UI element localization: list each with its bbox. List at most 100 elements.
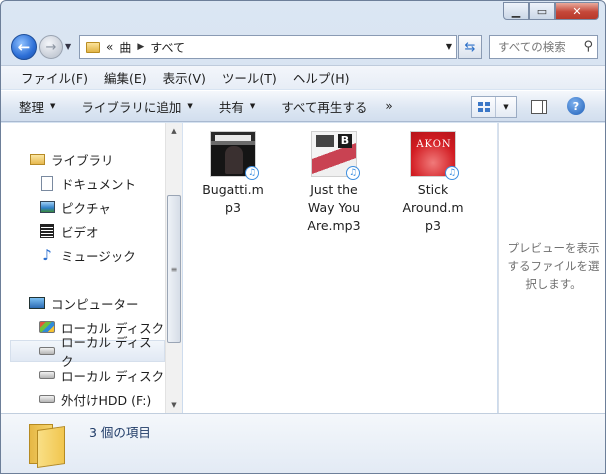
nav-item-music[interactable]: ♪ ミュージック xyxy=(1,244,165,266)
search-input[interactable] xyxy=(498,40,576,54)
maximize-icon: ▭ xyxy=(536,4,548,18)
share-label: 共有 xyxy=(218,99,244,115)
nav-item-pictures[interactable]: ピクチャ xyxy=(1,196,165,218)
preview-pane: プレビューを表示 するファイルを選 択します。 xyxy=(498,123,605,413)
help-icon: ? xyxy=(572,99,580,113)
chevron-down-icon: ▼ xyxy=(187,102,193,110)
menu-edit[interactable]: 編集(E) xyxy=(96,68,155,87)
address-bar[interactable]: « 曲 ▶ すべて ▼ xyxy=(79,35,457,59)
breadcrumb-separator-icon[interactable]: ▶ xyxy=(137,42,144,52)
file-name-line: Just the xyxy=(310,182,358,197)
close-icon: ✕ xyxy=(572,4,582,18)
play-all-button[interactable]: すべて再生する xyxy=(281,97,367,116)
close-button[interactable]: ✕ xyxy=(555,2,599,20)
refresh-icon: ⇆ xyxy=(464,39,476,55)
address-dropdown-icon[interactable]: ▼ xyxy=(446,42,452,51)
album-art-thumbnail: B ♫ xyxy=(311,131,360,180)
details-pane: 3 個の項目 xyxy=(1,413,605,473)
share-button[interactable]: 共有 ▼ xyxy=(219,97,255,116)
back-arrow-icon: ← xyxy=(17,38,31,56)
album-art-thumbnail: AKON ♫ xyxy=(410,131,459,180)
file-name-line: Bugatti.m xyxy=(202,182,264,197)
menu-tools[interactable]: ツール(T) xyxy=(214,68,285,87)
forward-button[interactable]: → xyxy=(39,35,63,59)
explorer-window: ▁ ▭ ✕ ← → ▼ « 曲 ▶ すべて ▼ ⇆ ⚲ ファイル(F) 編集(E… xyxy=(0,0,606,474)
itunes-icon: ♫ xyxy=(346,166,360,180)
nav-item-documents[interactable]: ドキュメント xyxy=(1,172,165,194)
nav-item-local-disk-3[interactable]: ローカル ディスク xyxy=(1,364,165,386)
scroll-up-icon[interactable]: ▲ xyxy=(166,123,182,139)
file-item[interactable]: AKON ♫ Stick Around.m p3 xyxy=(393,125,473,235)
more-commands-button[interactable]: » xyxy=(385,99,392,113)
nav-item-local-disk-2[interactable]: ローカル ディスク xyxy=(10,335,165,369)
change-view-button[interactable]: ▼ xyxy=(471,96,517,118)
forward-arrow-icon: → xyxy=(45,39,57,55)
music-icon: ♪ xyxy=(42,246,52,264)
file-name-line: p3 xyxy=(425,218,441,233)
play-all-label: すべて再生する xyxy=(281,99,368,115)
preview-pane-button[interactable] xyxy=(531,100,547,114)
chevron-down-icon: ▼ xyxy=(249,102,256,110)
add-to-library-label: ライブラリに追加 xyxy=(81,99,182,115)
minimize-button[interactable]: ▁ xyxy=(503,2,529,20)
nav-item-external-hdd[interactable]: 外付けHDD (F:) xyxy=(1,388,165,410)
document-icon xyxy=(39,175,55,191)
chevron-down-icon[interactable]: ▼ xyxy=(496,103,516,111)
drive-icon xyxy=(39,367,55,383)
nav-item-computer[interactable]: コンピューター xyxy=(1,292,165,314)
command-bar: 整理 ▼ ライブラリに追加 ▼ 共有 ▼ すべて再生する » ▼ ? xyxy=(1,90,605,122)
help-button[interactable]: ? xyxy=(567,97,585,115)
album-art-title: AKON xyxy=(416,139,452,150)
maximize-button[interactable]: ▭ xyxy=(529,2,555,20)
refresh-button[interactable]: ⇆ xyxy=(458,35,482,59)
preview-message: プレビューを表示 するファイルを選 択します。 xyxy=(507,241,600,291)
search-box[interactable]: ⚲ xyxy=(489,35,598,59)
scroll-down-icon[interactable]: ▼ xyxy=(166,397,182,413)
video-icon xyxy=(39,223,55,239)
search-icon[interactable]: ⚲ xyxy=(583,39,593,54)
organize-label: 整理 xyxy=(19,99,45,115)
add-to-library-button[interactable]: ライブラリに追加 ▼ xyxy=(81,97,192,116)
nav-item-videos[interactable]: ビデオ xyxy=(1,220,165,242)
breadcrumb-songs[interactable]: 曲 xyxy=(119,39,131,56)
computer-icon xyxy=(29,295,45,311)
library-icon xyxy=(29,151,45,167)
chevron-down-icon: ▼ xyxy=(50,102,56,110)
view-icon xyxy=(472,97,496,117)
navigation-pane: ライブラリ ドキュメント ピクチャ ビデオ ♪ ミュージック コンピューター ロ… xyxy=(1,123,182,413)
file-name-line: Around.m xyxy=(402,200,464,215)
back-button[interactable]: ← xyxy=(11,34,37,60)
itunes-icon: ♫ xyxy=(445,166,459,180)
minimize-icon: ▁ xyxy=(511,4,521,18)
file-name-line: p3 xyxy=(225,200,241,215)
file-view: ♫ Bugatti.m p3 B ♫ Just the Way You Are.… xyxy=(183,123,497,413)
item-count: 3 個の項目 xyxy=(89,425,151,440)
file-name-line: Way You xyxy=(307,200,361,215)
address-overflow[interactable]: « xyxy=(106,40,113,54)
itunes-icon: ♫ xyxy=(245,166,259,180)
nav-item-libraries[interactable]: ライブラリ xyxy=(1,148,165,170)
navigation-row: ← → ▼ « 曲 ▶ すべて ▼ ⇆ ⚲ xyxy=(1,29,605,63)
album-art-thumbnail: ♫ xyxy=(210,131,259,180)
menu-bar: ファイル(F) 編集(E) 表示(V) ツール(T) ヘルプ(H) xyxy=(1,65,605,89)
file-name-line: Stick xyxy=(417,182,449,197)
breadcrumb-all[interactable]: すべて xyxy=(150,39,185,56)
menu-file[interactable]: ファイル(F) xyxy=(13,68,96,87)
menu-help[interactable]: ヘルプ(H) xyxy=(285,68,358,87)
file-name-line: Are.mp3 xyxy=(307,218,361,233)
file-item[interactable]: ♫ Bugatti.m p3 xyxy=(193,125,273,217)
windows-drive-icon xyxy=(39,319,55,335)
caption-buttons: ▁ ▭ ✕ xyxy=(503,2,599,20)
drive-icon xyxy=(39,343,55,359)
album-art-letter: B xyxy=(338,134,352,148)
recent-pages-dropdown[interactable]: ▼ xyxy=(65,42,71,51)
nav-scrollbar[interactable]: ▲ ≡ ▼ xyxy=(165,123,182,413)
organize-button[interactable]: 整理 ▼ xyxy=(19,97,55,116)
file-item[interactable]: B ♫ Just the Way You Are.mp3 xyxy=(294,125,374,235)
folder-icon xyxy=(29,422,65,468)
picture-icon xyxy=(39,199,55,215)
folder-icon xyxy=(86,41,100,53)
menu-view[interactable]: 表示(V) xyxy=(155,68,214,87)
drive-icon xyxy=(39,391,55,407)
scroll-thumb[interactable]: ≡ xyxy=(167,195,181,343)
